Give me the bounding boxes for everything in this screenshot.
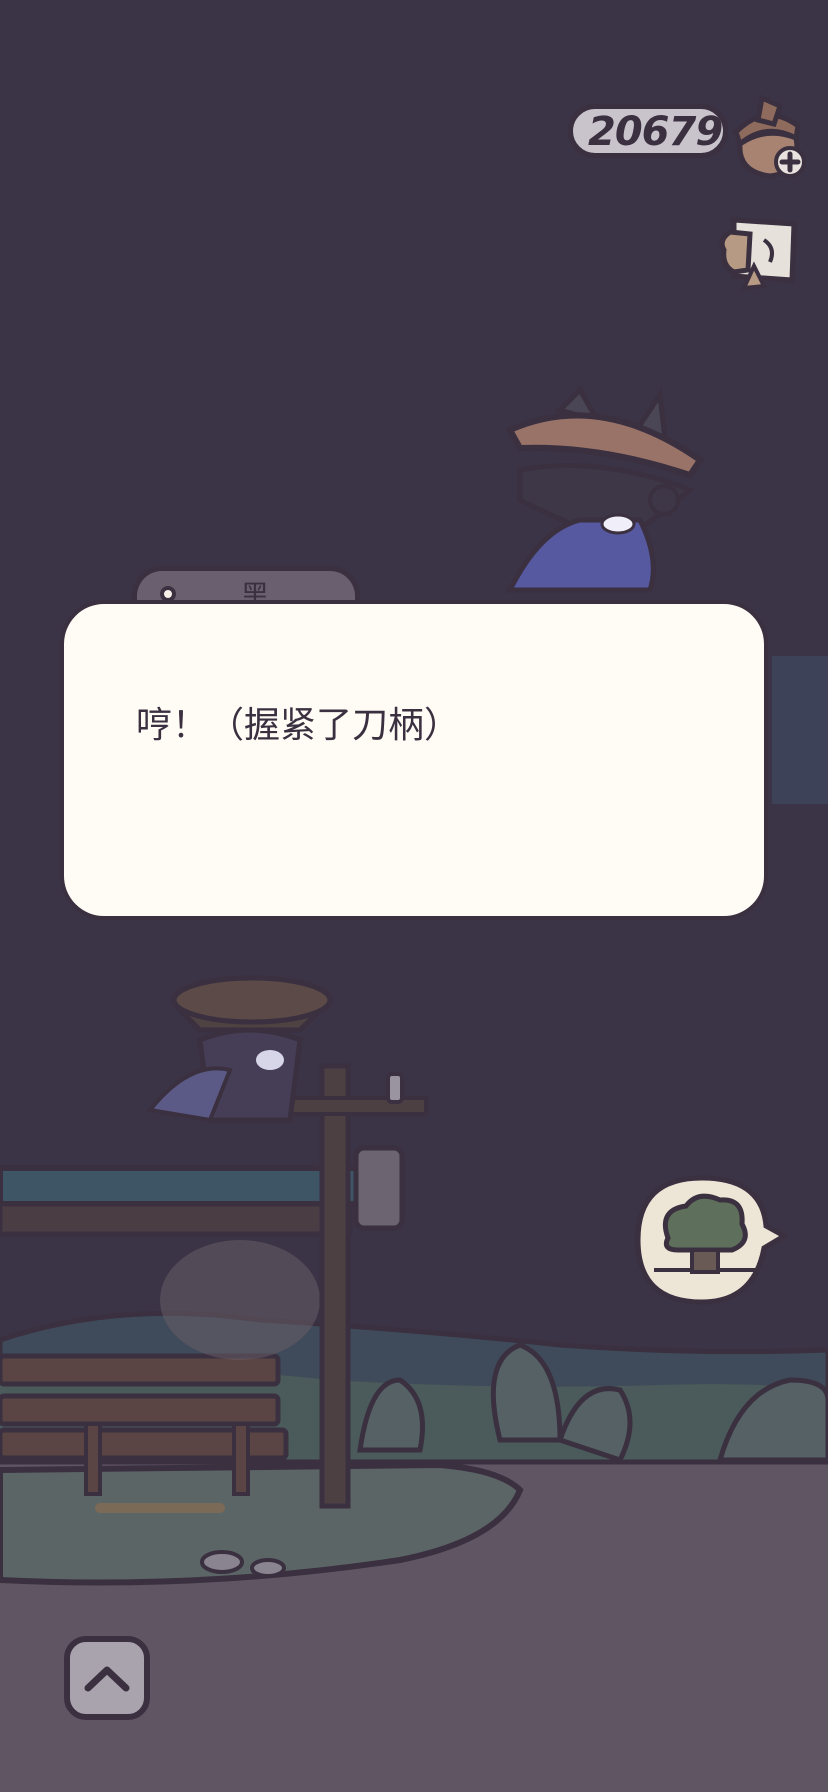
tree-icon[interactable] <box>628 1170 788 1310</box>
chevron-up-icon <box>84 1666 130 1692</box>
side-panel <box>772 656 828 804</box>
expand-button[interactable] <box>64 1636 150 1720</box>
scroll-icon[interactable] <box>714 210 810 296</box>
currency-value: 20679 <box>588 109 723 155</box>
acorn-icon[interactable] <box>726 92 818 184</box>
dialog-box[interactable] <box>60 600 768 920</box>
dialog-text: 哼！（握紧了刀柄） <box>136 705 461 746</box>
